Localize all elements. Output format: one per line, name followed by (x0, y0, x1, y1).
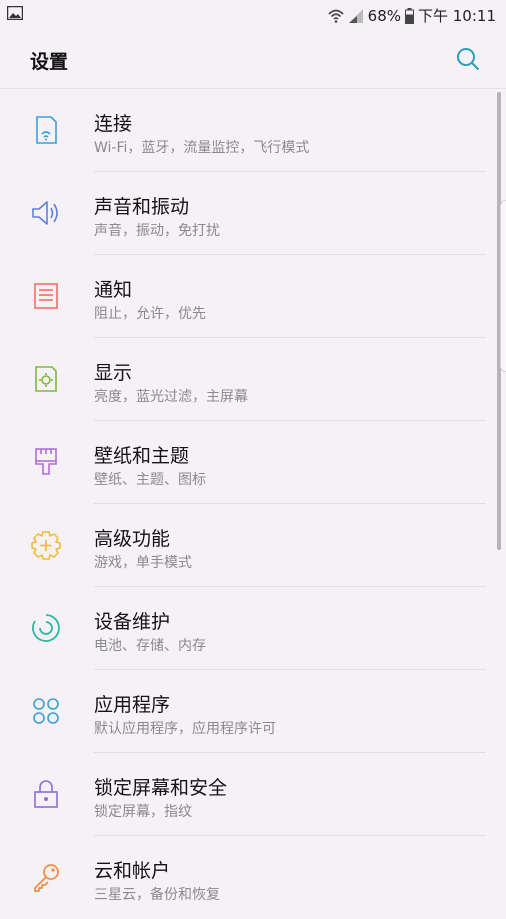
settings-item-cloud-accounts[interactable]: 云和帐户 三星云，备份和恢复 (0, 836, 506, 919)
settings-item-subtitle: 阻止，允许，优先 (94, 306, 206, 322)
settings-item-subtitle: 亮度，蓝光过滤，主屏幕 (94, 389, 248, 405)
settings-item-label: 高级功能 (94, 528, 171, 550)
clock: 下午 10:11 (418, 7, 496, 25)
settings-item-notifications[interactable]: 通知 阻止，允许，优先 (0, 255, 506, 338)
key-icon (34, 864, 59, 892)
settings-item-label: 应用程序 (94, 694, 171, 716)
edge-panel-handle[interactable] (500, 200, 506, 372)
settings-list: 连接 Wi-Fi，蓝牙，流量监控，飞行模式 声音和振动 声音，振动，免打扰 通知… (0, 89, 506, 919)
settings-item-connections[interactable]: 连接 Wi-Fi，蓝牙，流量监控，飞行模式 (0, 89, 506, 172)
settings-item-subtitle: 壁纸、主题、图标 (94, 472, 206, 488)
maintenance-icon (32, 614, 60, 642)
settings-item-sound-vibration[interactable]: 声音和振动 声音，振动，免打扰 (0, 172, 506, 255)
connection-icon (36, 116, 57, 144)
apps-grid-icon (33, 698, 59, 724)
gallery-icon (7, 6, 23, 20)
display-icon (35, 366, 57, 392)
settings-item-subtitle: 锁定屏幕，指纹 (94, 804, 192, 820)
settings-item-label: 云和帐户 (94, 860, 171, 882)
settings-item-apps[interactable]: 应用程序 默认应用程序，应用程序许可 (0, 670, 506, 753)
settings-item-label: 连接 (94, 113, 133, 135)
lock-icon (34, 780, 58, 808)
settings-item-label: 显示 (94, 362, 133, 384)
page-title: 设置 (30, 51, 69, 73)
status-bar: 68% 下午 10:11 (0, 0, 506, 30)
settings-item-wallpapers-themes[interactable]: 壁纸和主题 壁纸、主题、图标 (0, 421, 506, 504)
settings-item-display[interactable]: 显示 亮度，蓝光过滤，主屏幕 (0, 338, 506, 421)
settings-item-label: 设备维护 (94, 611, 171, 633)
settings-item-lock-screen-security[interactable]: 锁定屏幕和安全 锁定屏幕，指纹 (0, 753, 506, 836)
settings-item-subtitle: 默认应用程序，应用程序许可 (94, 721, 276, 737)
app-bar: 设置 (0, 30, 506, 89)
settings-item-label: 锁定屏幕和安全 (94, 777, 228, 799)
search-icon[interactable] (456, 47, 480, 71)
brush-icon (35, 448, 57, 475)
settings-item-subtitle: 三星云，备份和恢复 (94, 887, 220, 903)
settings-item-advanced-features[interactable]: 高级功能 游戏，单手模式 (0, 504, 506, 587)
battery-percent: 68% (367, 6, 401, 25)
settings-item-label: 壁纸和主题 (94, 445, 190, 467)
signal-icon (348, 8, 363, 23)
settings-item-subtitle: 游戏，单手模式 (94, 555, 192, 571)
gear-plus-icon (31, 531, 61, 560)
settings-item-label: 声音和振动 (94, 196, 190, 218)
settings-item-device-maintenance[interactable]: 设备维护 电池、存储、内存 (0, 587, 506, 670)
notification-icon (34, 283, 58, 309)
settings-item-subtitle: 电池、存储、内存 (94, 638, 206, 654)
settings-item-subtitle: 声音，振动，免打扰 (94, 223, 220, 239)
settings-item-label: 通知 (94, 279, 133, 301)
speaker-icon (32, 201, 58, 225)
wifi-call-icon (328, 9, 344, 23)
battery-icon (405, 7, 414, 24)
settings-item-subtitle: Wi-Fi，蓝牙，流量监控，飞行模式 (94, 140, 310, 156)
